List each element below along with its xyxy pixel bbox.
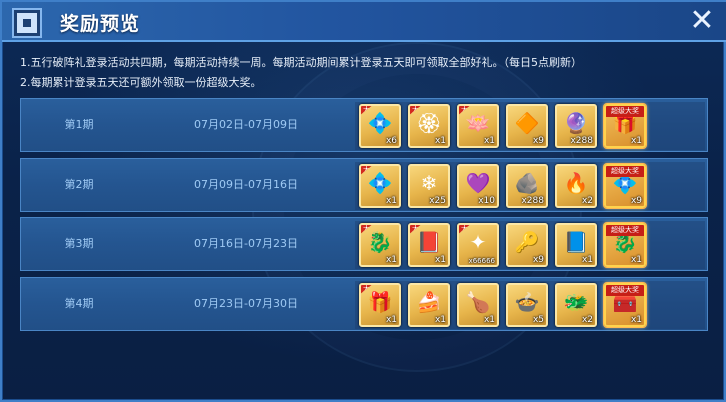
reward-row: 第4期 07月23日-07月30日 🎁 大 x1 🍰 x1 🍗 x1 🍲 x5 🐲 x2 🧰 超级大奖 x1: [20, 277, 708, 331]
reward-item[interactable]: 🏵 大 x1: [408, 104, 450, 148]
reward-item[interactable]: 🧰 超级大奖 x1: [604, 283, 646, 327]
item-count: x288: [570, 136, 593, 146]
purple-crystal-icon: 🔮: [563, 111, 589, 135]
reward-item[interactable]: 🍰 x1: [408, 283, 450, 327]
period-label: 第1期: [64, 118, 94, 131]
reward-item[interactable]: 📘 x1: [555, 223, 597, 267]
cake-icon: 🍰: [416, 290, 442, 314]
reward-items: 🎁 大 x1 🍰 x1 🍗 x1 🍲 x5 🐲 x2 🧰 超级大奖 x1: [355, 281, 705, 329]
rule-line-2: 2.每期累计登录五天还可额外领取一份超级大奖。: [20, 76, 262, 89]
period-label: 第4期: [64, 297, 94, 310]
reward-item[interactable]: 💠 大 x1: [359, 164, 401, 208]
fire-orb-icon: 🔥: [563, 171, 589, 195]
reward-item[interactable]: 💜 x10: [457, 164, 499, 208]
reward-item[interactable]: 💠 超级大奖 x9: [604, 164, 646, 208]
reward-row: 第2期 07月09日-07月16日 💠 大 x1 ❄ x25 💜 x10 🪨 x288 🔥 x2 💠 超级大…: [20, 158, 708, 212]
reward-item[interactable]: 🍗 x1: [457, 283, 499, 327]
item-count: x5: [532, 315, 544, 325]
period-date-range: 07月16日-07月23日: [194, 237, 298, 250]
gold-medallion-icon: 🏵: [416, 111, 442, 135]
reward-item[interactable]: 🪷 大 x1: [457, 104, 499, 148]
item-count: x1: [385, 315, 397, 325]
item-count: x288: [521, 196, 544, 206]
item-count: x9: [532, 136, 544, 146]
item-count: x1: [434, 136, 446, 146]
gold-key-icon: 🔑: [514, 230, 540, 254]
item-count: x9: [532, 255, 544, 265]
purple-book-icon: 📘: [563, 230, 589, 254]
gold-stone-icon: 🔶: [514, 111, 540, 135]
item-count: x1: [630, 315, 642, 325]
reward-item[interactable]: 🐲 x2: [555, 283, 597, 327]
red-gift-icon: 🎁: [367, 290, 393, 314]
blue-petals-icon: ❄: [420, 171, 438, 195]
super-prize-tag: 超级大奖: [606, 166, 644, 177]
reward-item[interactable]: ✦ 大 x66666: [457, 223, 499, 267]
item-count: x2: [581, 196, 593, 206]
reward-item[interactable]: 🐉 超级大奖 x1: [604, 223, 646, 267]
close-button[interactable]: ✕: [684, 4, 720, 38]
red-book-icon: 📕: [416, 230, 442, 254]
period-label: 第3期: [64, 237, 94, 250]
period-date-range: 07月02日-07月09日: [194, 118, 298, 131]
reward-item[interactable]: 🔑 x9: [506, 223, 548, 267]
item-count: x1: [434, 315, 446, 325]
period-label: 第2期: [64, 178, 94, 191]
item-count: x25: [429, 196, 446, 206]
item-count: x2: [581, 315, 593, 325]
title-bar: 奖励预览 ✕: [2, 2, 726, 42]
reward-items: 💠 大 x1 ❄ x25 💜 x10 🪨 x288 🔥 x2 💠 超级大奖 x9: [355, 162, 705, 210]
reward-item[interactable]: 🔮 x288: [555, 104, 597, 148]
gold-ore-icon: 🪨: [514, 171, 540, 195]
item-count: x1: [483, 136, 495, 146]
item-count: x9: [630, 196, 642, 206]
blue-crystal-icon: 💠: [367, 111, 393, 135]
reward-item[interactable]: 🐉 大 x1: [359, 223, 401, 267]
item-count: x1: [581, 255, 593, 265]
soup-bowl-icon: 🍲: [514, 290, 540, 314]
window-icon: [14, 10, 40, 36]
roast-food-icon: 🍗: [465, 290, 491, 314]
item-count: x1: [385, 196, 397, 206]
reward-item[interactable]: ❄ x25: [408, 164, 450, 208]
rules-text: 1.五行破阵礼登录活动共四期，每期活动持续一周。每期活动期间累计登录五天即可领取…: [20, 54, 582, 94]
rule-line-1: 1.五行破阵礼登录活动共四期，每期活动持续一周。每期活动期间累计登录五天即可领取…: [20, 56, 582, 69]
gold-dragon-icon: 🐲: [563, 290, 589, 314]
dragon-chest-icon: 🐉: [367, 230, 393, 254]
purple-lotus-icon: 🪷: [465, 111, 491, 135]
item-count: x1: [434, 255, 446, 265]
reward-item[interactable]: 🔥 x2: [555, 164, 597, 208]
purple-gem-icon: 💜: [465, 171, 491, 195]
super-prize-tag: 超级大奖: [606, 106, 644, 117]
period-date-range: 07月23日-07月30日: [194, 297, 298, 310]
window-title: 奖励预览: [60, 13, 141, 35]
reward-item[interactable]: 🍲 x5: [506, 283, 548, 327]
reward-item[interactable]: 🪨 x288: [506, 164, 548, 208]
item-count: x66666: [468, 257, 495, 265]
blue-crystal-icon: 💠: [367, 171, 393, 195]
reward-item[interactable]: 🎁 大 x1: [359, 283, 401, 327]
reward-item[interactable]: 💠 大 x6: [359, 104, 401, 148]
reward-item[interactable]: 🎁 超级大奖 x1: [604, 104, 646, 148]
reward-items: 💠 大 x6 🏵 大 x1 🪷 大 x1 🔶 x9 🔮 x288 🎁 超级大奖 x1: [355, 102, 705, 150]
item-count: x1: [630, 136, 642, 146]
super-prize-tag: 超级大奖: [606, 285, 644, 296]
item-count: x10: [478, 196, 495, 206]
reward-row: 第3期 07月16日-07月23日 🐉 大 x1 📕 大 x1 ✦ 大 x66666 🔑 x9 📘 x1 🐉 超…: [20, 217, 708, 271]
reward-row: 第1期 07月02日-07月09日 💠 大 x6 🏵 大 x1 🪷 大 x1 🔶 x9 🔮 x288 🎁 超级大…: [20, 98, 708, 152]
reward-items: 🐉 大 x1 📕 大 x1 ✦ 大 x66666 🔑 x9 📘 x1 🐉 超级大奖 x1: [355, 221, 705, 269]
item-count: x1: [483, 315, 495, 325]
item-count: x6: [385, 136, 397, 146]
super-prize-tag: 超级大奖: [606, 225, 644, 236]
item-count: x1: [630, 255, 642, 265]
reward-preview-panel: 奖励预览 ✕ 1.五行破阵礼登录活动共四期，每期活动持续一周。每期活动期间累计登…: [0, 0, 726, 402]
period-date-range: 07月09日-07月16日: [194, 178, 298, 191]
reward-item[interactable]: 📕 大 x1: [408, 223, 450, 267]
reward-item[interactable]: 🔶 x9: [506, 104, 548, 148]
star-fragment-icon: ✦: [469, 230, 487, 254]
item-count: x1: [385, 255, 397, 265]
